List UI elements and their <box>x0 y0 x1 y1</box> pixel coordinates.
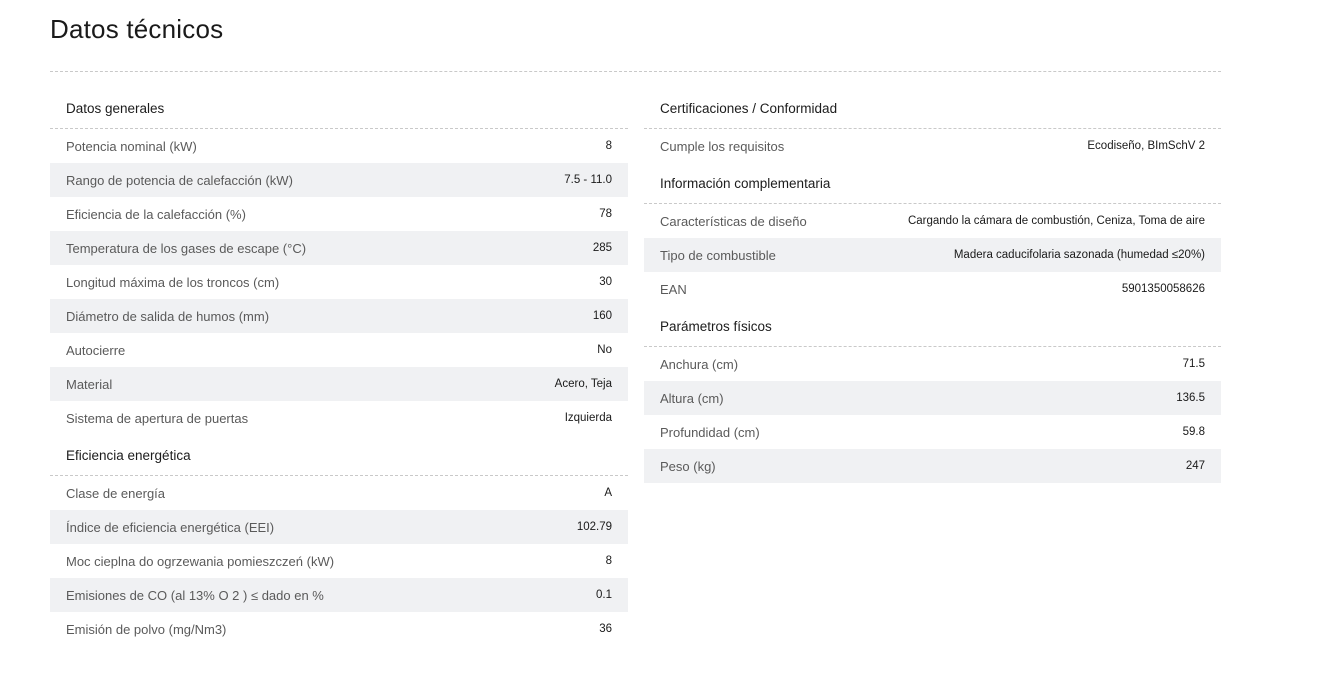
spec-row: Índice de eficiencia energética (EEI) 102… <box>50 510 628 544</box>
spec-row: Material Acero, Teja <box>50 367 628 401</box>
spec-label: Material <box>66 376 113 392</box>
spec-value: 136.5 <box>1176 392 1205 404</box>
spec-value: A <box>604 487 612 499</box>
section-certifications: Certificaciones / Conformidad Cumple los… <box>644 88 1221 163</box>
section-additional-info: Información complementaria Característic… <box>644 163 1221 306</box>
spec-value: 102.79 <box>576 521 612 533</box>
spec-row: Moc cieplna do ogrzewania pomieszczeń (k… <box>50 544 628 578</box>
spec-value: 78 <box>599 208 612 220</box>
spec-label: Cumple los requisitos <box>660 138 785 154</box>
section-heading: Parámetros físicos <box>644 306 1221 347</box>
spec-value: 30 <box>599 276 612 288</box>
spec-value: 7.5 - 11.0 <box>564 174 612 186</box>
page-title: Datos técnicos <box>50 14 224 44</box>
spec-label: Altura (cm) <box>660 390 724 406</box>
spec-row: Tipo de combustible Madera caducifolaria … <box>644 238 1221 272</box>
section-general: Datos generales Potencia nominal (kW) 8 Ra… <box>50 88 628 435</box>
spec-value: 8 <box>605 555 612 567</box>
spec-value: Cargando la cámara de combustión, Ceniza… <box>907 215 1205 227</box>
spec-row: Longitud máxima de los troncos (cm) 30 <box>50 265 628 299</box>
spec-label: Diámetro de salida de humos (mm) <box>66 308 270 324</box>
section-energy: Eficiencia energética Clase de energía A Í… <box>50 435 628 646</box>
spec-value: Ecodiseño, BImSchV 2 <box>1087 140 1205 152</box>
spec-label: Peso (kg) <box>660 458 716 474</box>
spec-row: Altura (cm) 136.5 <box>644 381 1221 415</box>
spec-row: Sistema de apertura de puertas Izquierda <box>50 401 628 435</box>
spec-value: 0.1 <box>596 589 612 601</box>
spec-label: Índice de eficiencia energética (EEI) <box>66 519 275 535</box>
spec-value: No <box>597 344 612 356</box>
section-heading: Datos generales <box>50 88 628 129</box>
spec-label: Autocierre <box>66 342 126 358</box>
spec-row: Diámetro de salida de humos (mm) 160 <box>50 299 628 333</box>
spec-value: 160 <box>592 310 612 322</box>
spec-label: Moc cieplna do ogrzewania pomieszczeń (k… <box>66 553 335 569</box>
spec-label: Tipo de combustible <box>660 247 776 263</box>
spec-row: Profundidad (cm) 59.8 <box>644 415 1221 449</box>
right-column: Certificaciones / Conformidad Cumple los… <box>644 88 1221 483</box>
spec-value: Izquierda <box>564 412 612 424</box>
spec-label: Sistema de apertura de puertas <box>66 410 249 426</box>
spec-label: Longitud máxima de los troncos (cm) <box>66 274 280 290</box>
spec-table: Cumple los requisitos Ecodiseño, BImSchV … <box>644 129 1221 163</box>
spec-label: Eficiencia de la calefacción (%) <box>66 206 246 222</box>
spec-label: Temperatura de los gases de escape (°C) <box>66 240 307 256</box>
spec-row: Emisión de polvo (mg/Nm3) 36 <box>50 612 628 646</box>
spec-label: Emisiones de CO (al 13% O 2 ) ≤ dado en … <box>66 587 324 603</box>
spec-value: Acero, Teja <box>554 378 612 390</box>
spec-row: Peso (kg) 247 <box>644 449 1221 483</box>
spec-row: Rango de potencia de calefacción (kW) 7.5… <box>50 163 628 197</box>
spec-row: Eficiencia de la calefacción (%) 78 <box>50 197 628 231</box>
spec-label: Profundidad (cm) <box>660 424 760 440</box>
spec-table: Características de diseño Cargando la cám… <box>644 204 1221 306</box>
spec-row: Temperatura de los gases de escape (°C) 2… <box>50 231 628 265</box>
spec-value: 247 <box>1185 460 1205 472</box>
title-divider <box>50 71 1221 72</box>
section-physical: Parámetros físicos Anchura (cm) 71.5 Altur… <box>644 306 1221 483</box>
spec-value: 36 <box>599 623 612 635</box>
spec-table: Clase de energía A Índice de eficiencia en… <box>50 476 628 646</box>
spec-label: Clase de energía <box>66 485 166 501</box>
left-column: Datos generales Potencia nominal (kW) 8 Ra… <box>50 88 628 646</box>
spec-value: 71.5 <box>1182 358 1205 370</box>
spec-table: Potencia nominal (kW) 8 Rango de potencia … <box>50 129 628 435</box>
spec-label: Rango de potencia de calefacción (kW) <box>66 172 293 188</box>
spec-row: Anchura (cm) 71.5 <box>644 347 1221 381</box>
spec-value: Madera caducifolaria sazonada (humedad ≤… <box>953 249 1205 261</box>
spec-row: Clase de energía A <box>50 476 628 510</box>
spec-row: Cumple los requisitos Ecodiseño, BImSchV … <box>644 129 1221 163</box>
spec-row: EAN 5901350058626 <box>644 272 1221 306</box>
spec-table: Anchura (cm) 71.5 Altura (cm) 136.5 Profundi… <box>644 347 1221 483</box>
spec-label: EAN <box>660 281 687 297</box>
spec-label: Potencia nominal (kW) <box>66 138 197 154</box>
spec-label: Emisión de polvo (mg/Nm3) <box>66 621 227 637</box>
section-heading: Información complementaria <box>644 163 1221 204</box>
spec-row: Autocierre No <box>50 333 628 367</box>
spec-row: Emisiones de CO (al 13% O 2 ) ≤ dado en … <box>50 578 628 612</box>
spec-value: 5901350058626 <box>1121 283 1205 295</box>
spec-label: Características de diseño <box>660 213 807 229</box>
spec-value: 8 <box>605 140 612 152</box>
section-heading: Certificaciones / Conformidad <box>644 88 1221 129</box>
spec-label: Anchura (cm) <box>660 356 739 372</box>
spec-row: Características de diseño Cargando la cám… <box>644 204 1221 238</box>
section-heading: Eficiencia energética <box>50 435 628 476</box>
spec-row: Potencia nominal (kW) 8 <box>50 129 628 163</box>
spec-value: 59.8 <box>1182 426 1205 438</box>
spec-value: 285 <box>592 242 612 254</box>
